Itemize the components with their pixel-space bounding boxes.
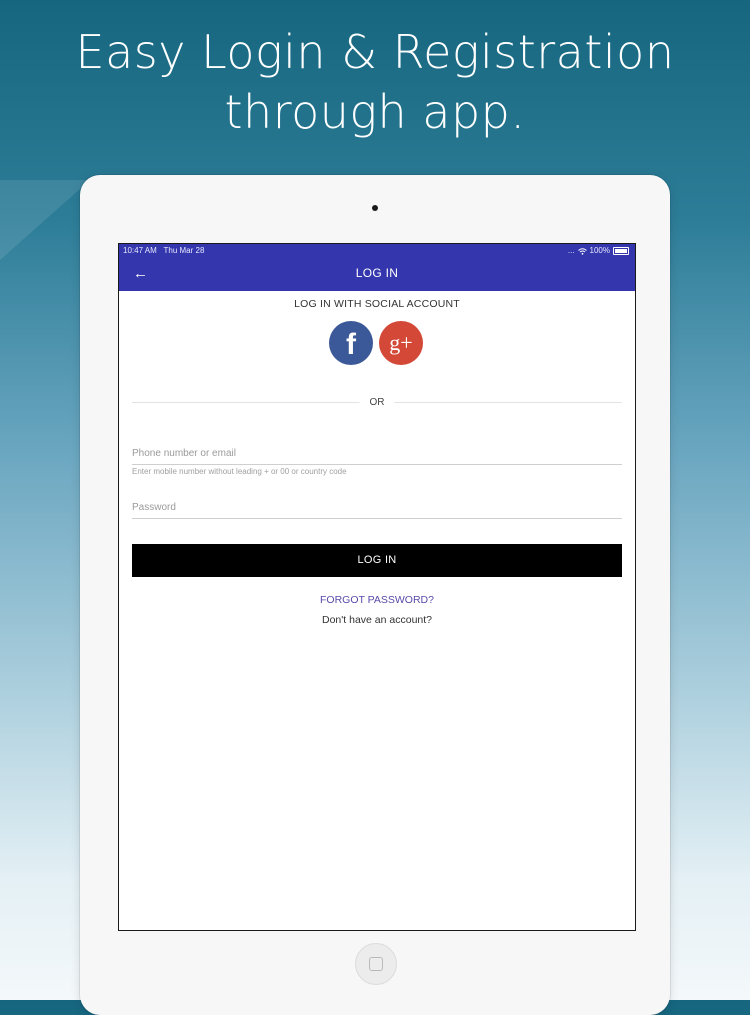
password-field[interactable]: Password bbox=[132, 498, 622, 519]
signup-link[interactable]: Don't have an account? bbox=[119, 614, 635, 626]
status-bar: 10:47 AM Thu Mar 28 ... 100% bbox=[119, 244, 635, 258]
battery-percent: 100% bbox=[589, 246, 610, 255]
status-time: 10:47 AM Thu Mar 28 bbox=[123, 244, 204, 258]
headline-line-2: through app. bbox=[224, 85, 526, 139]
battery-icon bbox=[613, 247, 629, 255]
app-bar: 10:47 AM Thu Mar 28 ... 100% ← LOG IN bbox=[119, 244, 635, 291]
forgot-password-link[interactable]: FORGOT PASSWORD? bbox=[119, 594, 635, 606]
home-button[interactable] bbox=[355, 943, 397, 985]
tablet-frame: 10:47 AM Thu Mar 28 ... 100% ← LOG IN LO… bbox=[80, 175, 670, 1015]
status-date: Thu Mar 28 bbox=[163, 246, 205, 255]
phone-email-placeholder: Phone number or email bbox=[132, 448, 236, 459]
background-diagonal bbox=[0, 180, 90, 260]
phone-email-field[interactable]: Phone number or email bbox=[132, 444, 622, 465]
or-separator: OR bbox=[359, 397, 395, 408]
wifi-icon bbox=[577, 247, 587, 255]
signal-dots: ... bbox=[567, 246, 575, 255]
camera-icon bbox=[372, 205, 378, 211]
app-screen: 10:47 AM Thu Mar 28 ... 100% ← LOG IN LO… bbox=[118, 243, 636, 931]
login-button[interactable]: LOG IN bbox=[132, 544, 622, 577]
page-title: LOG IN bbox=[355, 266, 399, 280]
phone-hint: Enter mobile number without leading + or… bbox=[132, 467, 347, 476]
status-clock: 10:47 AM bbox=[123, 246, 157, 255]
headline-line-1: Easy Login & Registration bbox=[75, 25, 675, 79]
facebook-icon: f bbox=[346, 328, 356, 361]
promo-headline: Easy Login & Registration through app. bbox=[0, 22, 750, 142]
status-indicators: ... 100% bbox=[568, 244, 629, 258]
password-placeholder: Password bbox=[132, 502, 176, 513]
google-plus-login-button[interactable]: g+ bbox=[379, 321, 423, 365]
home-square-icon bbox=[369, 957, 383, 971]
google-plus-icon: g+ bbox=[389, 330, 413, 355]
facebook-login-button[interactable]: f bbox=[329, 321, 373, 365]
social-login-title: LOG IN WITH SOCIAL ACCOUNT bbox=[294, 298, 460, 310]
